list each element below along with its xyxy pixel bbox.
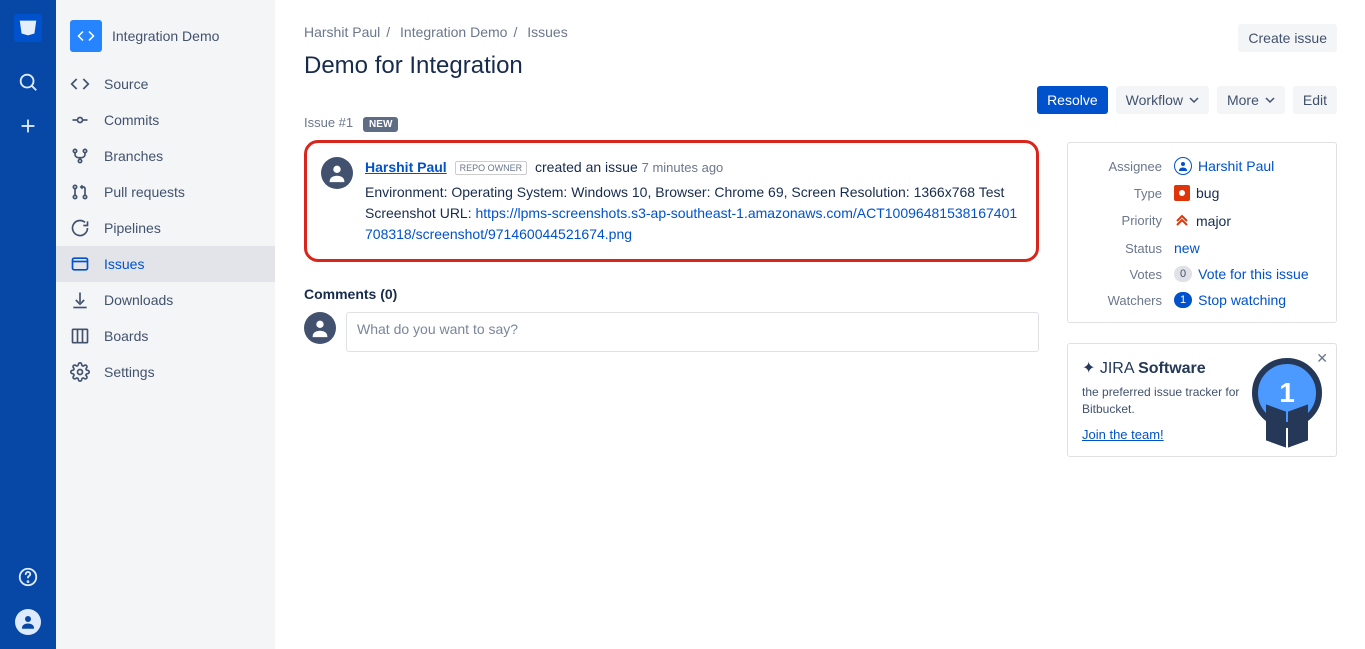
close-icon[interactable]: ✕ [1316, 350, 1328, 367]
search-icon[interactable] [16, 70, 40, 94]
repo-name: Integration Demo [112, 28, 219, 44]
breadcrumb-repo[interactable]: Integration Demo [400, 24, 507, 40]
owner-tag: REPO OWNER [455, 161, 528, 175]
global-nav [0, 0, 56, 649]
medal-icon: 1 [1252, 358, 1322, 428]
watch-link[interactable]: Stop watching [1198, 292, 1286, 308]
create-icon[interactable] [16, 114, 40, 138]
repo-icon [70, 20, 102, 52]
resolve-button[interactable]: Resolve [1037, 86, 1108, 114]
sidebar-item-label: Issues [104, 256, 144, 272]
sidebar-item-boards[interactable]: Boards [56, 318, 275, 354]
bitbucket-logo[interactable] [14, 14, 42, 42]
edit-button[interactable]: Edit [1293, 86, 1337, 114]
new-badge: NEW [363, 117, 398, 132]
promo-cta-link[interactable]: Join the team! [1082, 427, 1164, 442]
issue-id: Issue #1 [304, 115, 353, 130]
more-dropdown[interactable]: More [1217, 86, 1285, 114]
votes-label: Votes [1082, 267, 1162, 282]
sidebar-item-label: Source [104, 76, 148, 92]
workflow-label: Workflow [1126, 92, 1183, 108]
repo-header[interactable]: Integration Demo [56, 20, 275, 66]
breadcrumb: Harshit Paul/ Integration Demo/ Issues [304, 24, 568, 40]
bug-icon [1174, 185, 1190, 201]
assignee-link[interactable]: Harshit Paul [1198, 158, 1274, 174]
sidebar-item-commits[interactable]: Commits [56, 102, 275, 138]
status-value[interactable]: new [1174, 240, 1200, 256]
sidebar-item-label: Pull requests [104, 184, 185, 200]
issue-action-text: created an issue [535, 159, 638, 175]
sidebar-item-source[interactable]: Source [56, 66, 275, 102]
priority-label: Priority [1082, 213, 1162, 228]
workflow-dropdown[interactable]: Workflow [1116, 86, 1209, 114]
comment-input[interactable] [346, 312, 1039, 352]
profile-avatar[interactable] [15, 609, 41, 635]
create-issue-button[interactable]: Create issue [1238, 24, 1337, 52]
sidebar-item-label: Boards [104, 328, 148, 344]
jira-logo-text: ✦ JIRA Software [1082, 358, 1244, 378]
main-content: Harshit Paul/ Integration Demo/ Issues D… [276, 0, 1365, 649]
chevron-down-icon [1189, 95, 1199, 105]
author-avatar [321, 157, 353, 189]
repo-sidebar: Integration Demo Source Commits Branches… [56, 0, 276, 649]
promo-subtitle: the preferred issue tracker for Bitbucke… [1082, 384, 1244, 418]
issue-meta-panel: Assignee Harshit Paul Type bug Priority … [1067, 142, 1337, 323]
sidebar-item-issues[interactable]: Issues [56, 246, 275, 282]
sidebar-item-label: Commits [104, 112, 159, 128]
chevron-down-icon [1265, 95, 1275, 105]
sidebar-item-branches[interactable]: Branches [56, 138, 275, 174]
comments-header: Comments (0) [304, 286, 1039, 302]
right-panel: Create issue Resolve Workflow More Edit … [1067, 24, 1337, 625]
sidebar-item-label: Settings [104, 364, 155, 380]
help-icon[interactable] [16, 565, 40, 589]
assignee-label: Assignee [1082, 159, 1162, 174]
issue-author-link[interactable]: Harshit Paul [365, 159, 447, 175]
watchers-label: Watchers [1082, 293, 1162, 308]
breadcrumb-user[interactable]: Harshit Paul [304, 24, 380, 40]
sidebar-item-pipelines[interactable]: Pipelines [56, 210, 275, 246]
page-title: Demo for Integration [304, 52, 568, 80]
breadcrumb-section[interactable]: Issues [527, 24, 567, 40]
sidebar-item-label: Downloads [104, 292, 173, 308]
issue-description-card: Harshit Paul REPO OWNER created an issue… [304, 140, 1039, 262]
vote-link[interactable]: Vote for this issue [1198, 266, 1309, 282]
sidebar-item-downloads[interactable]: Downloads [56, 282, 275, 318]
sidebar-item-pullrequests[interactable]: Pull requests [56, 174, 275, 210]
votes-count: 0 [1174, 266, 1192, 282]
jira-promo-panel: ✕ ✦ JIRA Software the preferred issue tr… [1067, 343, 1337, 457]
user-icon [1174, 157, 1192, 175]
sidebar-item-label: Pipelines [104, 220, 161, 236]
issue-time: 7 minutes ago [642, 160, 724, 175]
current-user-avatar [304, 312, 336, 344]
sidebar-item-label: Branches [104, 148, 163, 164]
type-value: bug [1196, 185, 1219, 201]
status-label: Status [1082, 241, 1162, 256]
priority-value: major [1196, 213, 1231, 229]
watchers-count: 1 [1174, 292, 1192, 308]
priority-major-icon [1174, 211, 1190, 230]
sidebar-item-settings[interactable]: Settings [56, 354, 275, 390]
type-label: Type [1082, 186, 1162, 201]
more-label: More [1227, 92, 1259, 108]
